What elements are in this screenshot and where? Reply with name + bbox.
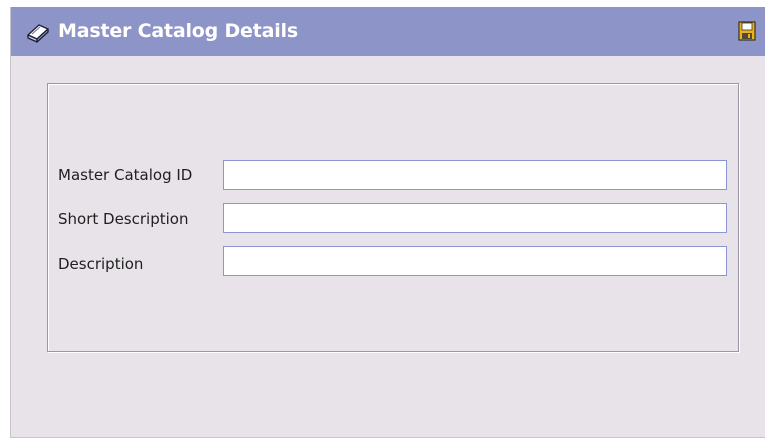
master-catalog-id-label: Master Catalog ID	[58, 166, 193, 184]
catalog-book-icon	[27, 24, 49, 43]
master-catalog-details-panel: Master Catalog Details Master Catalog ID…	[10, 7, 765, 438]
save-floppy-icon[interactable]	[738, 21, 756, 41]
panel-titlebar: Master Catalog Details	[11, 7, 765, 56]
short-description-label: Short Description	[58, 210, 189, 228]
panel-title: Master Catalog Details	[58, 20, 298, 42]
short-description-input[interactable]	[223, 203, 727, 233]
description-input[interactable]	[223, 246, 727, 276]
description-label: Description	[58, 255, 144, 273]
master-catalog-id-input[interactable]	[223, 160, 727, 190]
